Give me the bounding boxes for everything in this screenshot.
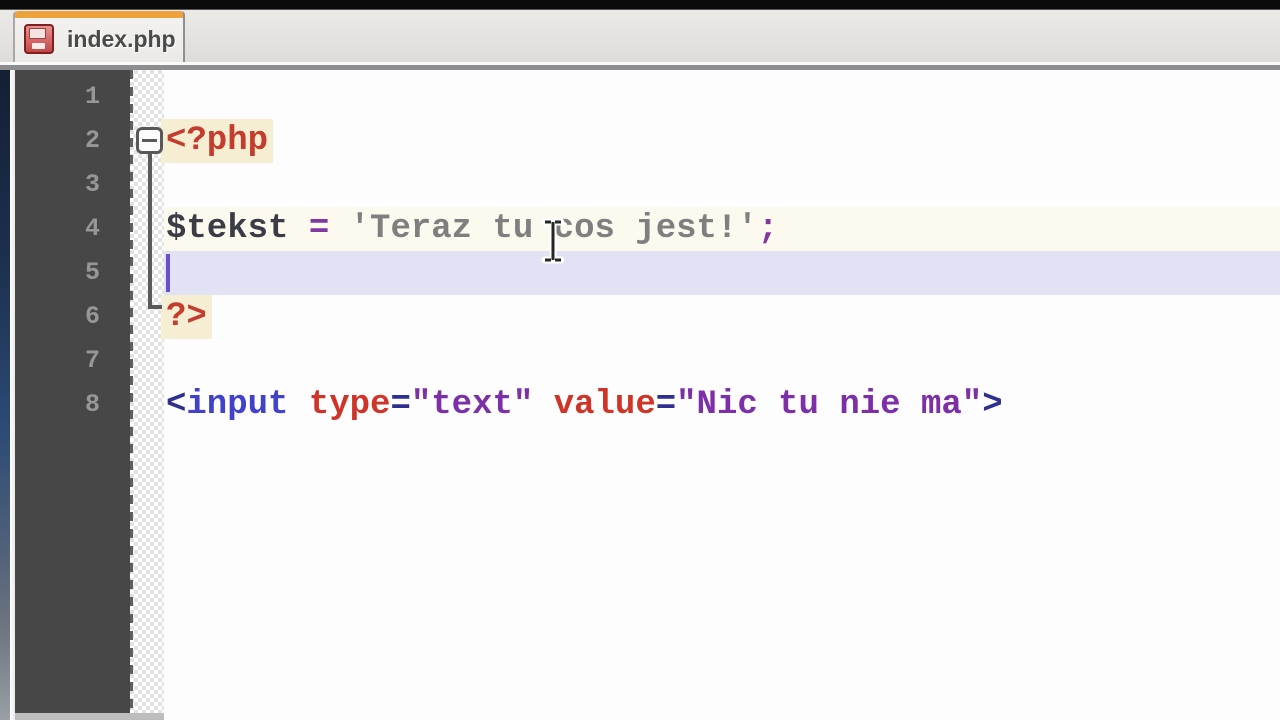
line-number-8[interactable]: 8: [15, 383, 130, 427]
code-line-5[interactable]: [164, 251, 1280, 295]
code-line-7[interactable]: [164, 339, 1280, 383]
tab-index-php[interactable]: index.php: [13, 11, 185, 63]
top-black-bar: [0, 0, 1280, 9]
tab-bar: index.php: [0, 9, 1280, 63]
gutter-bottom-strip: [15, 713, 164, 720]
code-segment: ?>: [161, 295, 212, 339]
code-line-3[interactable]: [164, 163, 1280, 207]
tab-label: index.php: [67, 26, 176, 52]
line-number-5[interactable]: 5: [15, 251, 130, 295]
code-segment: "text": [410, 386, 534, 424]
code-segment: value: [553, 386, 656, 424]
line-number-3[interactable]: 3: [15, 163, 130, 207]
code-segment: $tekst: [166, 210, 289, 248]
text-caret: [166, 254, 170, 292]
code-segment: "Nic tu nie ma": [676, 386, 983, 424]
code-segment: =: [390, 386, 411, 424]
notepad-window: index.php 12345678 <?php $tekst = 'Teraz …: [0, 0, 1280, 720]
code-line-2[interactable]: <?php: [161, 119, 1280, 163]
code-segment: input: [186, 386, 289, 424]
code-segment: =: [655, 386, 677, 424]
code-lines: <?php $tekst = 'Teraz tu cos jest!'; ?> <in…: [161, 75, 1280, 427]
desktop-wallpaper-strip: [0, 70, 10, 720]
line-number-7[interactable]: 7: [15, 339, 130, 383]
code-segment: type: [308, 386, 391, 424]
line-number-2[interactable]: 2: [15, 119, 130, 163]
code-line-6[interactable]: ?>: [161, 295, 1280, 339]
ibeam-mouse-cursor: [541, 218, 565, 269]
unsaved-floppy-icon: [24, 24, 54, 54]
line-number-6[interactable]: 6: [15, 295, 130, 339]
code-segment: <?php: [161, 119, 274, 163]
line-number-1[interactable]: 1: [15, 75, 130, 119]
code-line-1[interactable]: [164, 75, 1280, 119]
fold-margin-separator: [130, 70, 133, 720]
fold-collapse-icon[interactable]: [136, 127, 163, 154]
code-segment: <: [166, 386, 187, 424]
code-line-4[interactable]: $tekst = 'Teraz tu cos jest!';: [164, 207, 1280, 251]
code-segment: =: [308, 210, 330, 248]
line-number-4[interactable]: 4: [15, 207, 130, 251]
fold-guide-line: [148, 152, 162, 309]
code-segment: >: [982, 386, 1003, 424]
code-line-8[interactable]: <input type="text" value="Nic tu nie ma"…: [164, 383, 1280, 427]
gutter-numbers: 12345678: [15, 75, 130, 427]
code-segment: ;: [757, 210, 779, 248]
